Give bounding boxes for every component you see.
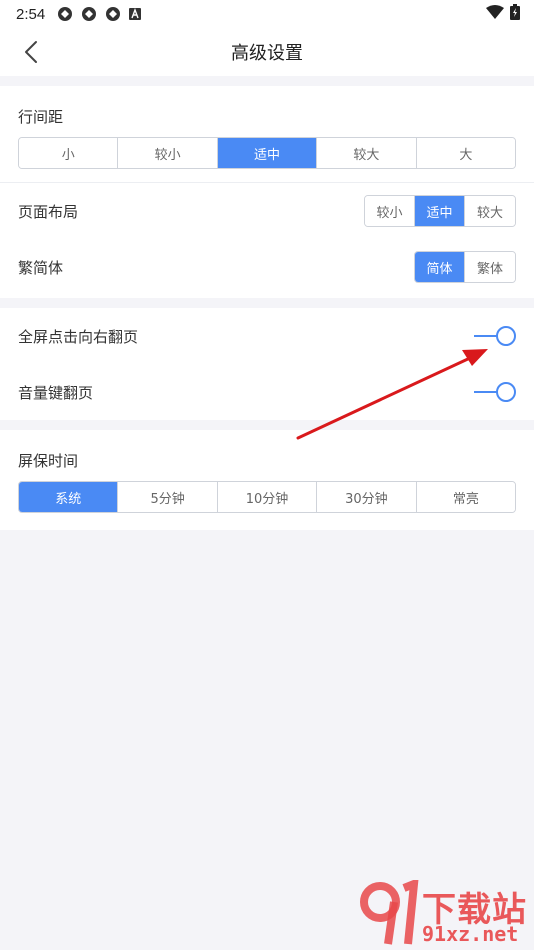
- screensaver-option-10min[interactable]: 10分钟: [217, 482, 318, 512]
- status-time: 2:54: [16, 5, 46, 23]
- watermark-91-icon: [360, 880, 419, 945]
- page-turn-section: 全屏点击向右翻页 音量键翻页: [0, 308, 534, 420]
- section-divider: [0, 76, 534, 86]
- tap-right-flip-row: 全屏点击向右翻页: [0, 308, 534, 364]
- script-row: 繁简体 简体 繁体: [0, 239, 534, 295]
- wifi-icon: [486, 5, 504, 19]
- status-bar: 2:54: [0, 0, 534, 28]
- page-layout-option-larger[interactable]: 较大: [465, 196, 515, 226]
- app-notification-icon: [82, 7, 97, 21]
- volume-flip-label: 音量键翻页: [18, 383, 94, 402]
- page-layout-label: 页面布局: [18, 202, 79, 221]
- page-title: 高级设置: [231, 43, 303, 64]
- screensaver-option-5min[interactable]: 5分钟: [118, 482, 218, 512]
- volume-flip-row: 音量键翻页: [0, 364, 534, 420]
- tap-right-flip-label: 全屏点击向右翻页: [18, 327, 139, 346]
- volume-flip-toggle[interactable]: [474, 382, 516, 402]
- screensaver-section: 屏保时间 系统 5分钟 10分钟 30分钟 常亮: [0, 430, 534, 530]
- screensaver-option-system[interactable]: 系统: [19, 482, 119, 512]
- app-notification-icon: [58, 7, 73, 21]
- script-label: 繁简体: [18, 258, 64, 277]
- script-option-simplified[interactable]: 简体: [415, 252, 465, 282]
- line-spacing-label: 行间距: [18, 108, 64, 126]
- line-spacing-segmented: 小 较小 适中 较大 大: [18, 137, 516, 169]
- line-spacing-option-large[interactable]: 大: [416, 138, 515, 168]
- watermark-logo: 下载站 91xz.net: [358, 880, 528, 948]
- script-segmented: 简体 繁体: [414, 251, 516, 283]
- typography-section: 行间距 小 较小 适中 较大 大 页面布局 较小 适中 较大 繁简体 简体 繁体: [0, 86, 534, 298]
- notification-icons: [57, 6, 142, 22]
- page-layout-row: 页面布局 较小 适中 较大: [0, 183, 534, 239]
- line-spacing-option-medium[interactable]: 适中: [217, 138, 318, 168]
- a-box-icon: [129, 8, 142, 20]
- page-layout-option-medium[interactable]: 适中: [415, 196, 465, 226]
- line-spacing-option-larger[interactable]: 较大: [317, 138, 417, 168]
- script-option-traditional[interactable]: 繁体: [465, 252, 515, 282]
- watermark-domain: 91xz.net: [422, 922, 519, 946]
- tap-right-flip-toggle[interactable]: [474, 326, 516, 346]
- app-notification-icon: [106, 7, 121, 21]
- screensaver-segmented: 系统 5分钟 10分钟 30分钟 常亮: [18, 481, 516, 513]
- system-status-icons: [486, 4, 520, 20]
- page-layout-option-smaller[interactable]: 较小: [365, 196, 415, 226]
- back-arrow-icon[interactable]: [18, 38, 46, 66]
- battery-charging-icon: [510, 4, 520, 20]
- section-divider: [0, 298, 534, 308]
- page-layout-segmented: 较小 适中 较大: [364, 195, 516, 227]
- screensaver-option-always-on[interactable]: 常亮: [416, 482, 515, 512]
- title-bar: 高级设置: [0, 28, 534, 76]
- screensaver-option-30min[interactable]: 30分钟: [317, 482, 417, 512]
- line-spacing-option-smaller[interactable]: 较小: [118, 138, 218, 168]
- screensaver-label: 屏保时间: [18, 452, 79, 470]
- section-divider: [0, 420, 534, 430]
- line-spacing-option-small[interactable]: 小: [19, 138, 119, 168]
